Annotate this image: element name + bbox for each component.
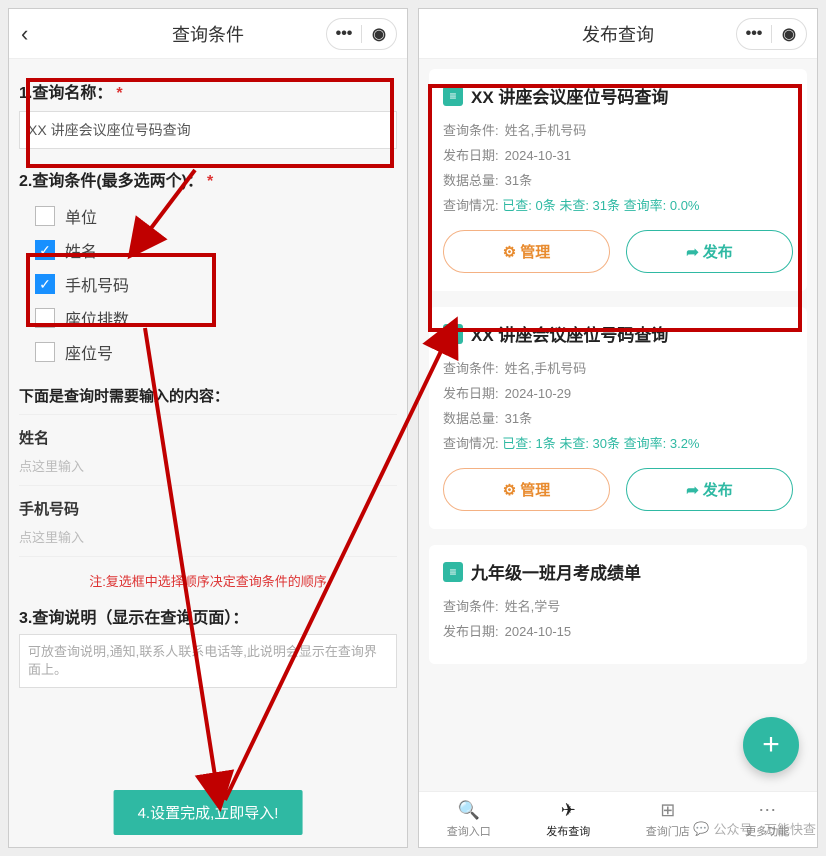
tab-icon: ✈ [561,800,576,821]
meta-date: 发布日期:2024-10-31 [443,145,793,164]
meta-cond: 查询条件:姓名,手机号码 [443,120,793,139]
required-star2: * [207,173,213,190]
card-title-text: XX 讲座会议座位号码查询 [471,321,668,346]
input-heading: 下面是查询时需要输入的内容： [19,375,397,415]
menu-dots-icon[interactable]: ••• [327,25,361,43]
page-title-left: 查询条件 [172,21,244,47]
checkbox-row[interactable]: ✓ 姓名 [35,233,397,267]
order-note: 注:复选框中选择顺序决定查询条件的顺序 [19,571,397,590]
checkbox-row[interactable]: 座位号 [35,335,397,369]
gear-icon: ⚙ [503,243,516,261]
meta-cond: 查询条件:姓名,学号 [443,596,793,615]
meta-date: 发布日期:2024-10-29 [443,383,793,402]
tab-0[interactable]: 🔍 查询入口 [419,792,519,847]
checkbox-icon[interactable] [35,206,55,226]
field-input[interactable]: 点这里输入 [19,452,397,486]
query-name-input[interactable] [19,111,397,149]
query-card[interactable]: ≡ XX 讲座会议座位号码查询 查询条件:姓名,手机号码 发布日期:2024-1… [429,307,807,529]
checkbox-label: 手机号码 [65,272,129,296]
field-label: 姓名 [19,427,397,448]
field-input[interactable]: 点这里输入 [19,523,397,557]
checkbox-icon[interactable] [35,308,55,328]
menu-dots-icon-r[interactable]: ••• [737,25,771,43]
checkbox-icon[interactable]: ✓ [35,240,55,260]
tab-1[interactable]: ✈ 发布查询 [519,792,619,847]
meta-cond: 查询条件:姓名,手机号码 [443,358,793,377]
section3-label: 3.查询说明（显示在查询页面）： [19,604,397,628]
checkbox-label: 座位号 [65,340,113,364]
import-button[interactable]: 4.设置完成,立即导入! [114,790,303,835]
meta-total: 数据总量:31条 [443,170,793,189]
tab-icon: ⋯ [758,800,776,821]
doc-icon: ≡ [443,86,463,106]
card-title: ≡ XX 讲座会议座位号码查询 [443,83,793,108]
tab-icon: 🔍 [458,800,480,821]
checkbox-icon[interactable] [35,342,55,362]
section1-label: 1.查询名称：* [19,79,397,103]
doc-icon: ≡ [443,324,463,344]
description-textarea[interactable]: 可放查询说明,通知,联系人联系电话等,此说明会显示在查询界面上。 [19,634,397,688]
checkbox-row[interactable]: 单位 [35,199,397,233]
field-list: 姓名点这里输入手机号码点这里输入 [19,427,397,557]
share-icon: ➦ [686,481,699,499]
wechat-icon: 💬 [693,821,709,837]
card-title-text: XX 讲座会议座位号码查询 [471,83,668,108]
publish-button[interactable]: ➦发布 [626,230,793,273]
target-icon[interactable]: ◉ [362,24,396,44]
tab-label: 查询门店 [646,823,690,839]
page-title-right: 发布查询 [582,21,654,47]
checkbox-row[interactable]: ✓ 手机号码 [35,267,397,301]
checkbox-label: 单位 [65,204,97,228]
target-icon-r[interactable]: ◉ [772,24,806,44]
query-card[interactable]: ≡ 九年级一班月考成绩单 查询条件:姓名,学号 发布日期:2024-10-15 [429,545,807,664]
meta-total: 数据总量:31条 [443,408,793,427]
doc-icon: ≡ [443,562,463,582]
watermark: 💬 公众号 · 万能快查 [693,819,816,838]
stats-row: 查询情况: 已查: 0条 未查: 31条 查询率: 0.0% [443,195,793,214]
wechat-capsule[interactable]: ••• ◉ [326,18,397,50]
checkbox-row[interactable]: 座位排数 [35,301,397,335]
gear-icon: ⚙ [503,481,516,499]
checkbox-icon[interactable]: ✓ [35,274,55,294]
meta-date: 发布日期:2024-10-15 [443,621,793,640]
section2-text: 2.查询条件(最多选两个)： [19,173,203,190]
tab-label: 查询入口 [447,823,491,839]
checkbox-label: 座位排数 [65,306,129,330]
stats-row: 查询情况: 已查: 1条 未查: 30条 查询率: 3.2% [443,433,793,452]
tab-icon: ⊞ [660,800,675,821]
fab-add[interactable]: + [743,717,799,773]
wechat-capsule-right[interactable]: ••• ◉ [736,18,807,50]
checkbox-label: 姓名 [65,238,97,262]
query-card[interactable]: ≡ XX 讲座会议座位号码查询 查询条件:姓名,手机号码 发布日期:2024-1… [429,69,807,291]
section2-label: 2.查询条件(最多选两个)：* [19,167,397,191]
tab-label: 发布查询 [546,823,590,839]
watermark-text: 公众号 · 万能快查 [713,819,816,838]
titlebar-left: ‹ 查询条件 ••• ◉ [9,9,407,59]
publish-button[interactable]: ➦发布 [626,468,793,511]
card-title: ≡ 九年级一班月考成绩单 [443,559,793,584]
manage-button[interactable]: ⚙管理 [443,468,610,511]
titlebar-right: 发布查询 ••• ◉ [419,9,817,59]
card-title-text: 九年级一班月考成绩单 [471,559,641,584]
section1-text: 1.查询名称： [19,85,112,102]
field-label: 手机号码 [19,498,397,519]
right-phone-panel: 发布查询 ••• ◉ ≡ XX 讲座会议座位号码查询 查询条件:姓名,手机号码 … [418,8,818,848]
manage-button[interactable]: ⚙管理 [443,230,610,273]
card-title: ≡ XX 讲座会议座位号码查询 [443,321,793,346]
left-phone-panel: ‹ 查询条件 ••• ◉ 1.查询名称：* 2.查询条件(最多选两个)：* 单位… [8,8,408,848]
back-icon[interactable]: ‹ [21,21,28,47]
checkbox-list: 单位 ✓ 姓名 ✓ 手机号码座位排数座位号 [19,199,397,369]
left-content: 1.查询名称：* 2.查询条件(最多选两个)：* 单位✓姓名✓手机号码座位排数座… [9,59,407,847]
required-star: * [116,85,122,102]
share-icon: ➦ [686,243,699,261]
